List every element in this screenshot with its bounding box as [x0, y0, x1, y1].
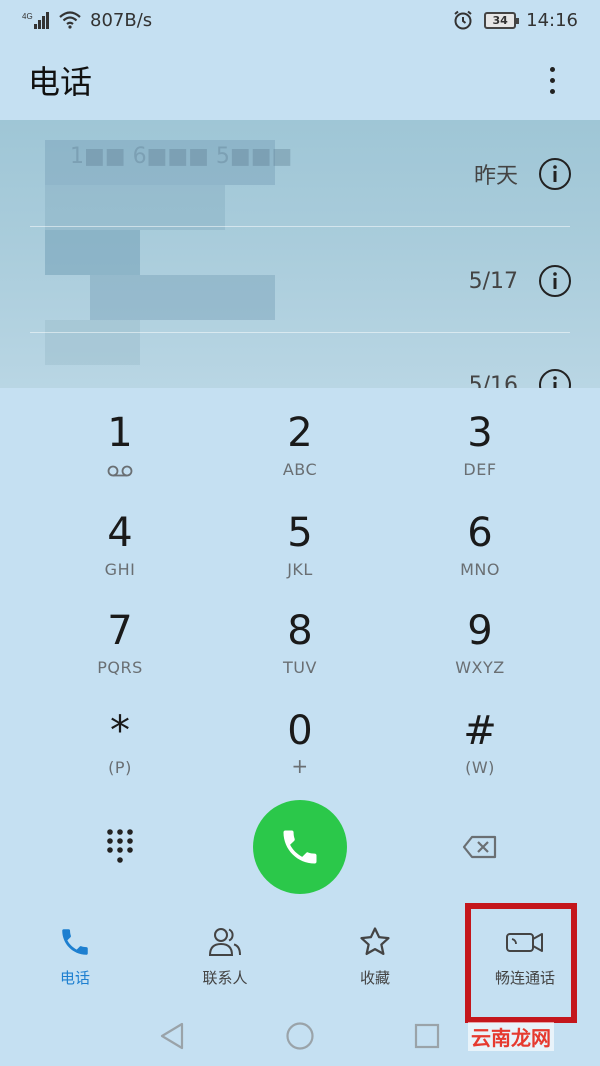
star-icon: [360, 927, 390, 956]
backspace-button[interactable]: [458, 825, 502, 869]
info-icon[interactable]: [538, 264, 572, 298]
dial-key-7[interactable]: 7 PQRS: [30, 598, 210, 698]
home-icon[interactable]: [283, 1019, 317, 1053]
dial-key-9[interactable]: 9 WXYZ: [390, 598, 570, 698]
watermark: 云南龙网: [468, 1022, 554, 1051]
call-button[interactable]: [253, 800, 347, 894]
backspace-icon: [462, 835, 497, 859]
info-icon[interactable]: [538, 157, 572, 191]
clock: 14:16: [526, 9, 578, 31]
dial-key-hash[interactable]: # (W): [390, 698, 570, 798]
phone-icon: [283, 830, 317, 864]
recents-icon[interactable]: [410, 1019, 444, 1053]
app-bar: 电话: [0, 40, 600, 120]
status-bar: 4G 807B/s 34 14:16: [0, 0, 600, 40]
call-date: 5/16: [468, 372, 518, 389]
grid-dots-icon: [107, 829, 133, 863]
battery-icon: 34: [484, 11, 520, 29]
signal-icon: 4G: [22, 12, 49, 29]
call-log-row[interactable]: 1■■ 6■■■ 5■■■ 昨天: [0, 124, 600, 224]
network-speed: 807B/s: [90, 9, 153, 31]
call-date: 5/17: [468, 268, 518, 294]
tab-phone[interactable]: 电话: [0, 925, 150, 1005]
dial-key-6[interactable]: 6 MNO: [390, 500, 570, 600]
dial-key-0[interactable]: 0 +: [210, 698, 390, 798]
tab-favorites[interactable]: 收藏: [300, 925, 450, 1005]
more-vert-icon[interactable]: [532, 60, 572, 100]
call-log-row[interactable]: 5/17: [0, 231, 600, 331]
dial-key-star[interactable]: * (P): [30, 698, 210, 798]
dial-key-3[interactable]: 3 DEF: [390, 400, 570, 500]
dialpad-toggle-icon[interactable]: [95, 822, 145, 872]
page-title: 电话: [28, 63, 93, 101]
voicemail-icon: [107, 465, 133, 477]
dial-key-2[interactable]: 2 ABC: [210, 400, 390, 500]
dial-key-8[interactable]: 8 TUV: [210, 598, 390, 698]
call-date: 昨天: [473, 164, 518, 189]
tab-contacts[interactable]: 联系人: [150, 925, 300, 1005]
wifi-icon: [59, 11, 81, 29]
call-number: 1■■ 6■■■ 5■■■: [70, 144, 293, 169]
svg-text:4G: 4G: [22, 12, 33, 21]
info-icon[interactable]: [538, 368, 572, 388]
phone-icon: [62, 929, 88, 955]
call-log-row[interactable]: 5/16: [0, 335, 600, 388]
dial-key-1[interactable]: 1: [30, 400, 210, 500]
dial-key-5[interactable]: 5 JKL: [210, 500, 390, 600]
back-icon[interactable]: [155, 1019, 189, 1053]
contacts-icon: [208, 928, 241, 956]
call-log[interactable]: 1■■ 6■■■ 5■■■ 昨天 5/17 5/16: [0, 120, 600, 388]
dial-key-4[interactable]: 4 GHI: [30, 500, 210, 600]
alarm-icon: [454, 10, 472, 30]
